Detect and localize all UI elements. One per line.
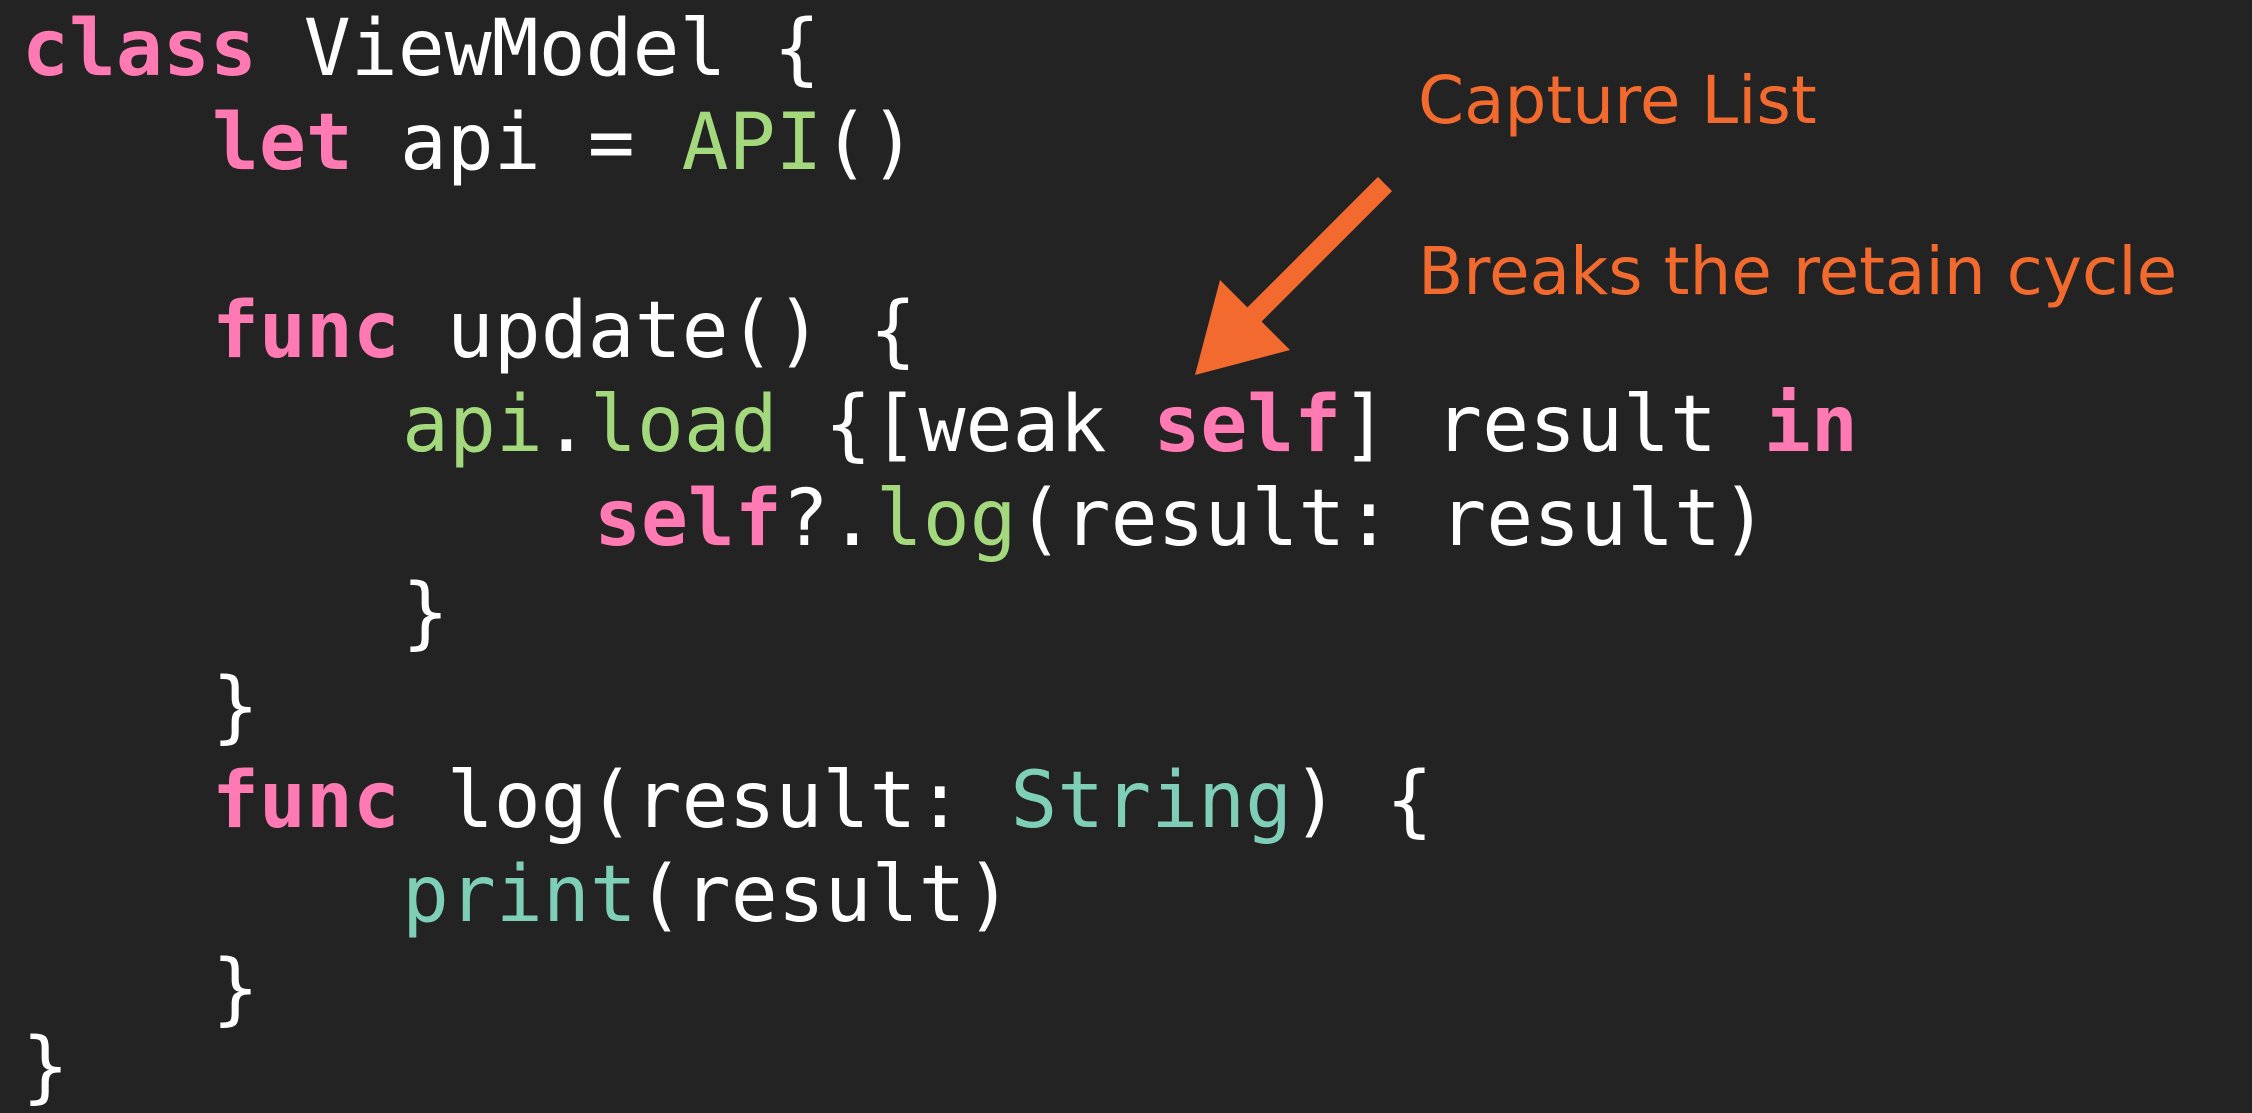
code-slide: class ViewModel { let api = API() func u…	[0, 0, 2252, 1113]
identifier: api	[402, 380, 543, 470]
code-text: (result)	[636, 850, 1013, 940]
arrow-icon	[1195, 176, 1393, 375]
code-text: update() {	[399, 286, 917, 376]
code-text: .	[542, 380, 590, 470]
code-text: {[weak	[777, 380, 1154, 470]
code-text: ()	[822, 98, 917, 188]
code-text: (result: result)	[1016, 474, 1769, 564]
code-text: ] result	[1341, 380, 1764, 470]
closing-brace: }	[22, 1022, 69, 1112]
code-text: ) {	[1292, 756, 1433, 846]
keyword: let	[212, 98, 353, 188]
keyword: class	[22, 4, 257, 94]
code-text: ViewModel {	[256, 4, 821, 94]
keyword: func	[212, 756, 400, 846]
annotation-breaks-cycle: Breaks the retain cycle	[1418, 233, 2178, 310]
code-line-6: self?.log(result: result)	[594, 472, 1768, 566]
method-name: log	[875, 474, 1017, 564]
code-line-8: }	[212, 660, 259, 754]
code-line-7: }	[402, 566, 449, 660]
keyword: in	[1763, 380, 1858, 470]
code-line-5: api.load {[weak self] result in	[402, 378, 1858, 472]
type-name: API	[681, 98, 823, 188]
code-line-9: func log(result: String) {	[212, 754, 1433, 848]
closing-brace: }	[402, 568, 449, 658]
type-name: String	[1010, 756, 1293, 846]
code-text: ?.	[781, 474, 876, 564]
code-text: log(result:	[399, 756, 1011, 846]
code-text: api =	[352, 98, 682, 188]
keyword: self	[1153, 380, 1342, 470]
code-line-4: func update() {	[212, 284, 916, 378]
annotation-capture-list: Capture List	[1418, 62, 1817, 139]
function-name: print	[402, 850, 637, 940]
code-line-10: print(result)	[402, 848, 1013, 942]
keyword: func	[212, 286, 400, 376]
keyword: self	[594, 474, 782, 564]
code-line-12: }	[22, 1020, 69, 1113]
method-name: load	[589, 380, 778, 470]
closing-brace: }	[212, 662, 259, 752]
code-line-1: class ViewModel {	[22, 2, 820, 96]
code-line-2: let api = API()	[212, 96, 916, 190]
code-line-11: }	[212, 942, 259, 1036]
closing-brace: }	[212, 944, 259, 1034]
